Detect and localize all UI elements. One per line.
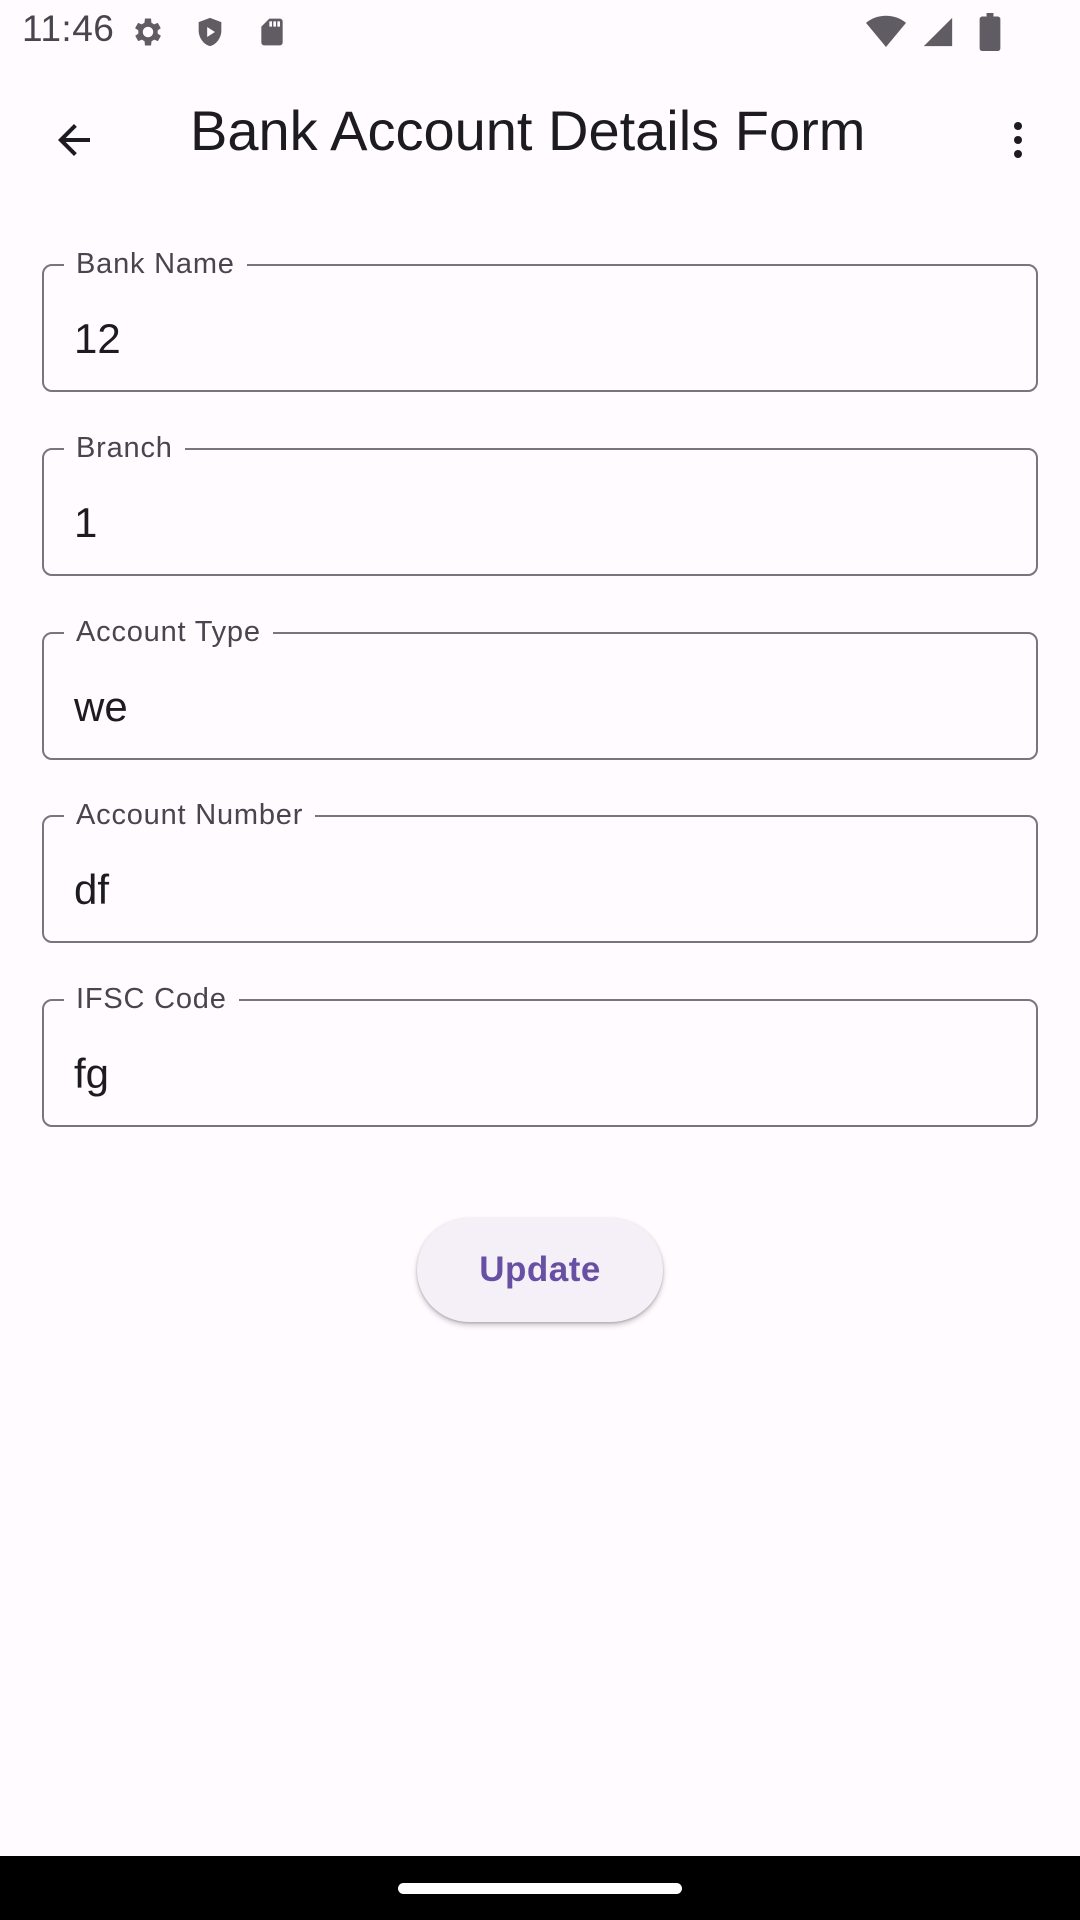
update-button[interactable]: Update: [417, 1218, 663, 1322]
wifi-icon: [866, 12, 906, 52]
ifsc-code-field[interactable]: IFSC Code: [42, 981, 1038, 1127]
status-left-icons: [128, 12, 292, 52]
bank-name-label: Bank Name: [64, 246, 247, 282]
arrow-back-icon: [50, 116, 98, 169]
branch-label: Branch: [64, 430, 185, 466]
account-type-input[interactable]: [74, 682, 994, 732]
page-title: Bank Account Details Form: [190, 99, 866, 162]
bank-name-input[interactable]: [74, 314, 994, 364]
status-bar: 11:46: [0, 0, 1080, 64]
status-time: 11:46: [22, 8, 115, 49]
ifsc-code-input[interactable]: [74, 1049, 994, 1099]
status-right-icons: [866, 12, 1010, 52]
back-button[interactable]: [34, 102, 114, 182]
ifsc-code-label: IFSC Code: [64, 981, 239, 1017]
battery-icon: [970, 12, 1010, 52]
more-vert-icon: [994, 116, 1042, 169]
shield-icon: [190, 12, 230, 52]
account-number-label: Account Number: [64, 797, 316, 833]
more-options-button[interactable]: [978, 102, 1058, 182]
account-number-field[interactable]: Account Number: [42, 797, 1038, 943]
bank-name-field[interactable]: Bank Name: [42, 246, 1038, 392]
account-number-input[interactable]: [74, 865, 994, 915]
home-gesture-handle[interactable]: [398, 1883, 682, 1894]
signal-icon: [918, 12, 958, 52]
branch-field[interactable]: Branch: [42, 430, 1038, 576]
settings-icon: [128, 12, 168, 52]
sd-card-icon: [252, 12, 292, 52]
branch-input[interactable]: [74, 498, 994, 548]
app-bar: Bank Account Details Form: [0, 64, 1080, 208]
account-type-field[interactable]: Account Type: [42, 614, 1038, 760]
account-type-label: Account Type: [64, 614, 273, 650]
